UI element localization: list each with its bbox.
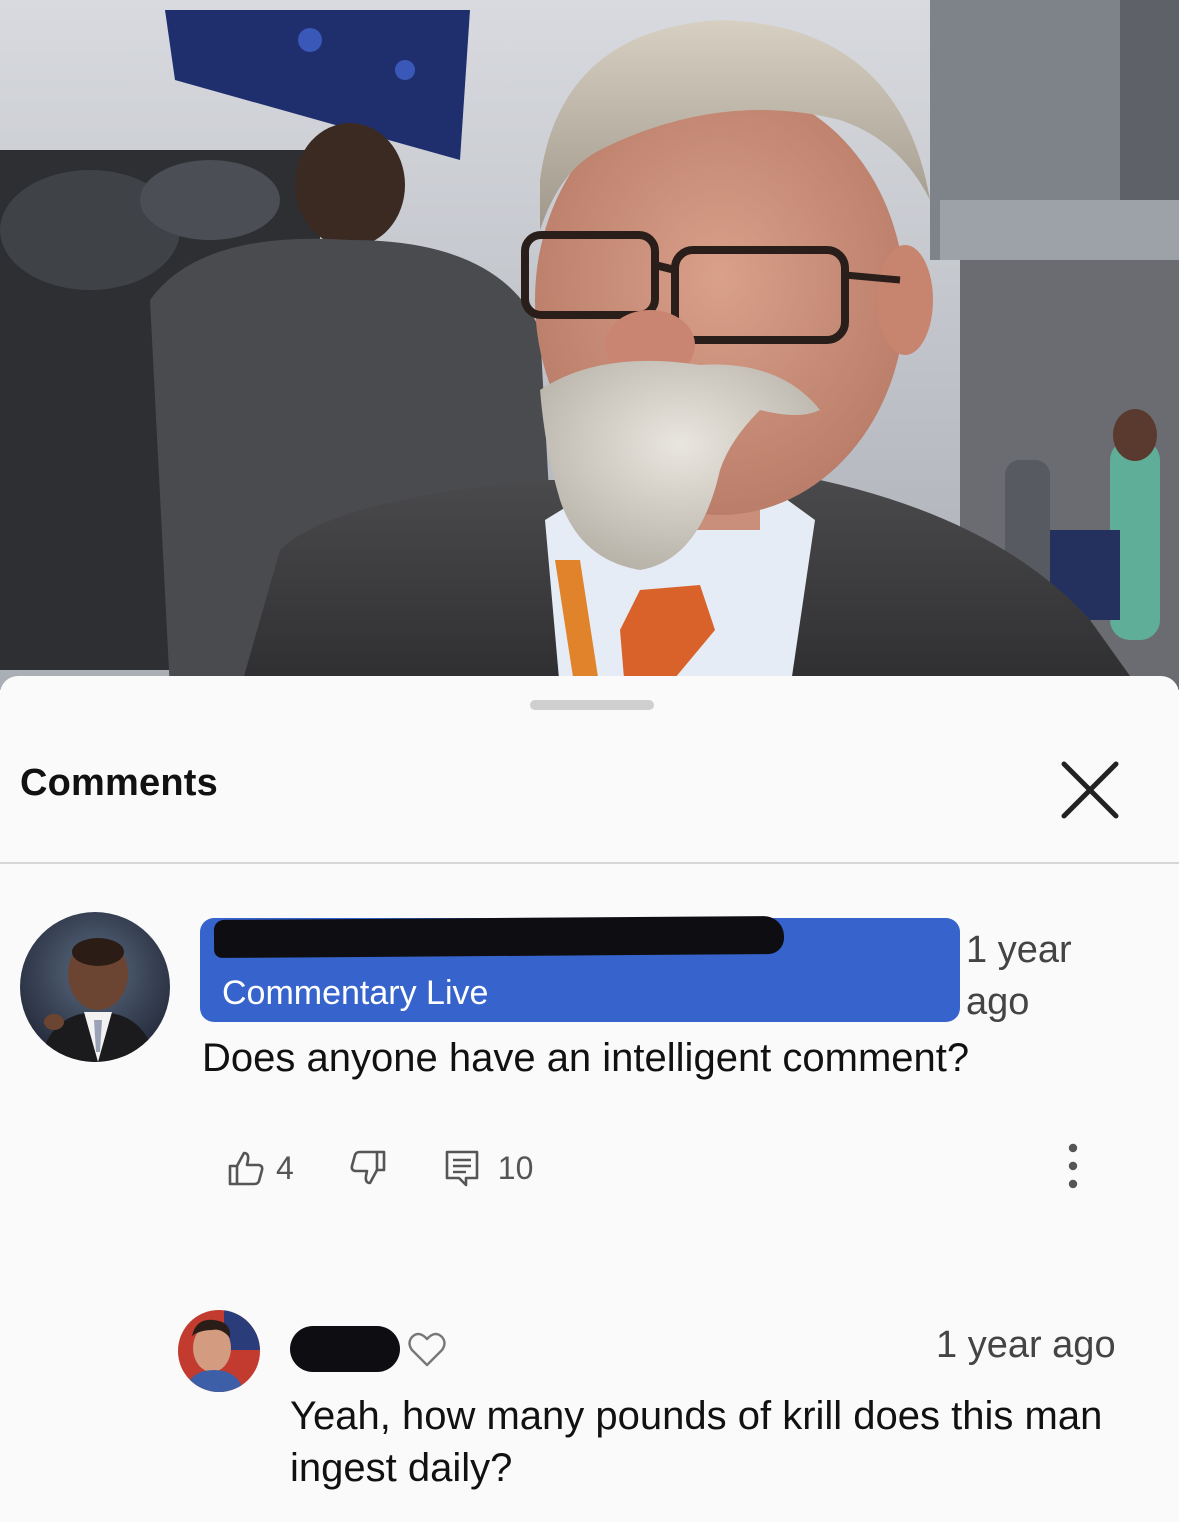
comment-text: Does anyone have an intelligent comment? (202, 1036, 970, 1080)
reply-comment-icon (445, 1150, 479, 1187)
redacted-username (213, 916, 785, 958)
comments-sheet: Comments Commentary Live 1 year ago Does… (0, 676, 1179, 1522)
dislike-button[interactable] (348, 1148, 388, 1188)
reply-text: Yeah, how many pounds of krill does this… (290, 1394, 1103, 1490)
more-vertical-icon (1068, 1143, 1078, 1189)
like-count: 4 (276, 1149, 294, 1186)
screenshot-frame: Comments Commentary Live 1 year ago Does… (0, 0, 1179, 1522)
avatar-image (40, 938, 156, 1062)
comment-actions: 4 10 (226, 1146, 533, 1190)
heart-icon (408, 1332, 446, 1367)
video-player[interactable] (0, 0, 1179, 690)
creator-heart-button[interactable] (406, 1328, 448, 1370)
header-divider (0, 862, 1179, 864)
avatar[interactable] (20, 912, 170, 1062)
thumbs-down-icon (350, 1150, 386, 1185)
reply-avatar[interactable] (178, 1310, 260, 1392)
thumbs-up-icon (228, 1151, 264, 1186)
close-icon (1061, 761, 1119, 819)
replies-button[interactable]: 10 (442, 1148, 534, 1188)
close-button[interactable] (1058, 758, 1122, 822)
video-frame-image (0, 0, 1179, 690)
drag-handle[interactable] (530, 700, 654, 710)
like-button[interactable]: 4 (226, 1148, 294, 1188)
more-options-button[interactable] (1058, 1136, 1088, 1196)
reply-count: 10 (497, 1149, 534, 1186)
redacted-reply-username (290, 1326, 400, 1372)
comment-timestamp: 1 year ago (966, 929, 1072, 1023)
reply-timestamp: 1 year ago (936, 1324, 1116, 1366)
author-channel-name[interactable]: Commentary Live (222, 974, 488, 1013)
reply-avatar-image (178, 1310, 260, 1392)
sheet-title: Comments (20, 762, 218, 804)
